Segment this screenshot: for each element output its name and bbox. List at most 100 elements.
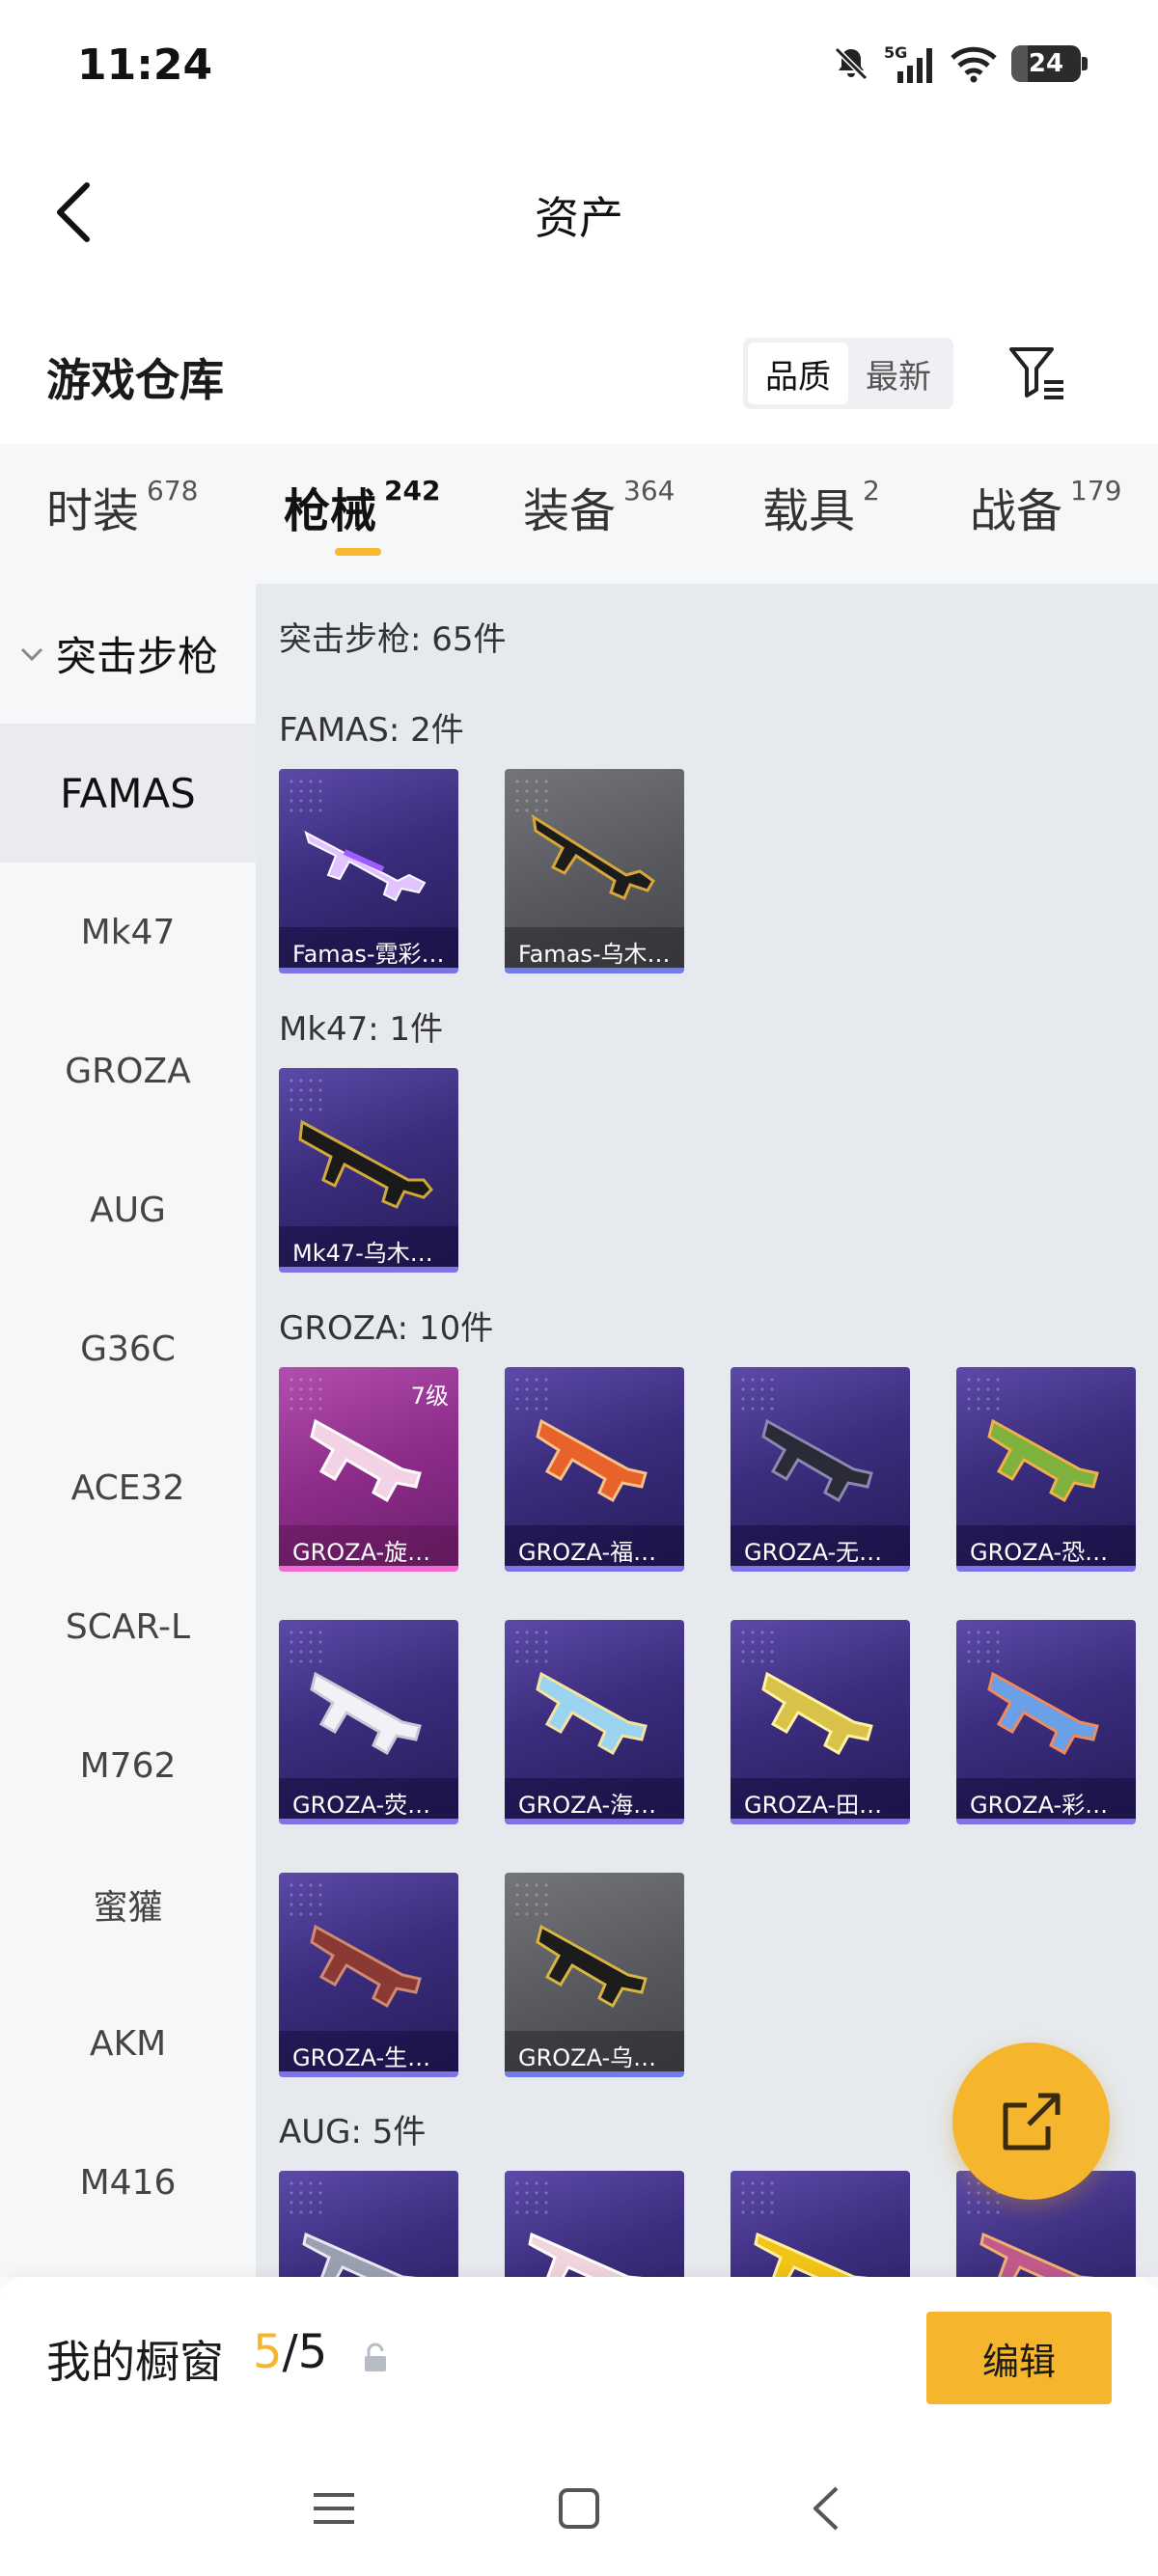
home-button[interactable]	[550, 2480, 608, 2537]
sort-latest-button[interactable]: 最新	[848, 343, 949, 404]
weapon-card[interactable]	[731, 2171, 910, 2277]
sidebar-item-akm[interactable]: AKM	[0, 1974, 256, 2113]
tab-count: 2	[863, 475, 880, 507]
sidebar-item-honey-badger[interactable]: 蜜獾	[0, 1835, 256, 1974]
sidebar-item-ace32[interactable]: ACE32	[0, 1418, 256, 1557]
tab-equipment[interactable]: 装备 364	[523, 473, 675, 540]
weapon-name: GROZA-荧…	[279, 1778, 458, 1819]
showcase-current: 5	[253, 2325, 283, 2379]
section-title-groza: GROZA: 10件	[279, 1309, 494, 1348]
tab-count: 678	[147, 475, 199, 507]
rifle-icon	[528, 2232, 644, 2277]
status-time: 11:24	[77, 41, 213, 90]
weapon-card[interactable]: GROZA-福…	[505, 1367, 684, 1572]
sort-toggle: 品质 最新	[743, 338, 953, 409]
tab-label: 战备	[970, 484, 1063, 538]
rifle-icon	[310, 1924, 422, 2009]
sidebar-group-assault-rifles[interactable]: 突击步枪	[0, 584, 256, 724]
weapon-sidebar: 突击步枪 FAMAS Mk47 GROZA AUG G36C ACE32 SCA…	[0, 584, 256, 2277]
weapon-card[interactable]	[279, 2171, 458, 2277]
battery-level: 24	[1028, 49, 1064, 78]
tab-vehicles[interactable]: 载具 2	[762, 473, 880, 540]
home-icon	[559, 2488, 599, 2529]
rifle-icon	[532, 814, 655, 900]
weapon-card[interactable]: GROZA-田…	[731, 1620, 910, 1824]
weapon-name: GROZA-彩…	[956, 1778, 1136, 1819]
signal-5g-icon: 5G	[884, 43, 932, 83]
filter-icon	[1009, 347, 1063, 399]
system-back-button[interactable]	[797, 2480, 855, 2537]
rifle-icon	[754, 2232, 869, 2277]
tab-count: 242	[384, 475, 441, 507]
weapon-card[interactable]	[505, 2171, 684, 2277]
section-title-mk47: Mk47: 1件	[279, 1010, 444, 1049]
share-icon	[1003, 2093, 1060, 2150]
filter-button[interactable]	[1004, 340, 1071, 407]
weapon-grid: 突击步枪: 65件 FAMAS: 2件 Mk47: 1件 GROZA: 10件 …	[256, 584, 1158, 2277]
weapon-name: GROZA-生…	[279, 2031, 458, 2071]
section-title-aug: AUG: 5件	[279, 2113, 427, 2151]
sidebar-item-scar-l[interactable]: SCAR-L	[0, 1557, 256, 1696]
edit-showcase-button[interactable]: 编辑	[926, 2312, 1112, 2404]
rifle-icon	[979, 2232, 1095, 2277]
tab-fashion[interactable]: 时装 678	[46, 473, 198, 540]
menu-button[interactable]	[305, 2480, 363, 2537]
weapon-name: GROZA-海…	[505, 1778, 684, 1819]
sidebar-item-m762[interactable]: M762	[0, 1696, 256, 1835]
sidebar-item-famas[interactable]: FAMAS	[0, 724, 256, 863]
mute-bell-icon	[834, 46, 868, 81]
sidebar-item-m416[interactable]: M416	[0, 2113, 256, 2252]
weapon-card[interactable]: GROZA-生…	[279, 1873, 458, 2077]
warehouse-header: 游戏仓库 品质 最新	[0, 328, 1158, 434]
weapon-card[interactable]: Mk47-乌木…	[279, 1068, 458, 1273]
weapon-card[interactable]: GROZA-恐…	[956, 1367, 1136, 1572]
page-title: 资产	[535, 192, 623, 244]
rifle-icon	[987, 1671, 1099, 1756]
tab-guns[interactable]: 枪械 242	[284, 473, 440, 540]
sidebar-item-groza[interactable]: GROZA	[0, 1001, 256, 1140]
showcase-total: /5	[282, 2325, 328, 2379]
system-nav-bar	[0, 2441, 1158, 2576]
weapon-name: GROZA-恐…	[956, 1525, 1136, 1566]
rifle-icon	[987, 1418, 1099, 1503]
rifle-icon	[298, 1119, 434, 1209]
weapon-card[interactable]: GROZA-海…	[505, 1620, 684, 1824]
sidebar-item-g36c[interactable]: G36C	[0, 1279, 256, 1418]
rifle-icon	[310, 1671, 422, 1756]
tab-label: 载具	[762, 484, 856, 538]
network-type-text: 5G	[884, 43, 907, 62]
weapon-name: GROZA-旋…	[279, 1525, 458, 1566]
showcase-panel: 我的橱窗 5/5 编辑	[0, 2277, 1158, 2441]
sort-quality-button[interactable]: 品质	[748, 343, 848, 404]
weapon-name: GROZA-乌…	[505, 2031, 684, 2071]
rifle-icon	[761, 1418, 873, 1503]
battery-icon: 24	[1011, 45, 1088, 82]
weapon-name: GROZA-无…	[731, 1525, 910, 1566]
wifi-icon	[951, 46, 997, 83]
menu-icon	[314, 2493, 354, 2524]
tab-supplies[interactable]: 战备 179	[970, 473, 1121, 540]
weapon-card[interactable]: Famas-乌木…	[505, 769, 684, 973]
weapon-name: GROZA-田…	[731, 1778, 910, 1819]
tab-label: 时装	[46, 484, 140, 538]
weapon-card[interactable]: GROZA-彩…	[956, 1620, 1136, 1824]
weapon-card[interactable]: Famas-霓彩…	[279, 769, 458, 973]
warehouse-title: 游戏仓库	[46, 354, 224, 406]
weapon-name: Mk47-乌木…	[279, 1226, 458, 1267]
category-tabs: 时装 678 枪械 242 装备 364 载具 2 战备 179	[0, 444, 1158, 584]
rifle-icon	[761, 1671, 873, 1756]
assets-page: 11:24 5G 24 资产 游戏仓库 品质 最新 时装 678 枪械 242 …	[0, 0, 1158, 2576]
share-button[interactable]	[952, 2042, 1110, 2200]
sidebar-group-label: 突击步枪	[56, 633, 219, 680]
nav-bar: 资产	[0, 154, 1158, 270]
rifle-icon	[536, 1671, 648, 1756]
weapon-card[interactable]: GROZA-无…	[731, 1367, 910, 1572]
weapon-card[interactable]: 7级 GROZA-旋…	[279, 1367, 458, 1572]
weapon-card[interactable]: GROZA-乌…	[505, 1873, 684, 2077]
sidebar-item-aug[interactable]: AUG	[0, 1140, 256, 1279]
rifle-icon	[304, 831, 427, 902]
chevron-down-icon	[20, 647, 43, 661]
weapon-card[interactable]: GROZA-荧…	[279, 1620, 458, 1824]
sidebar-item-mk47[interactable]: Mk47	[0, 863, 256, 1001]
back-icon	[813, 2486, 839, 2531]
